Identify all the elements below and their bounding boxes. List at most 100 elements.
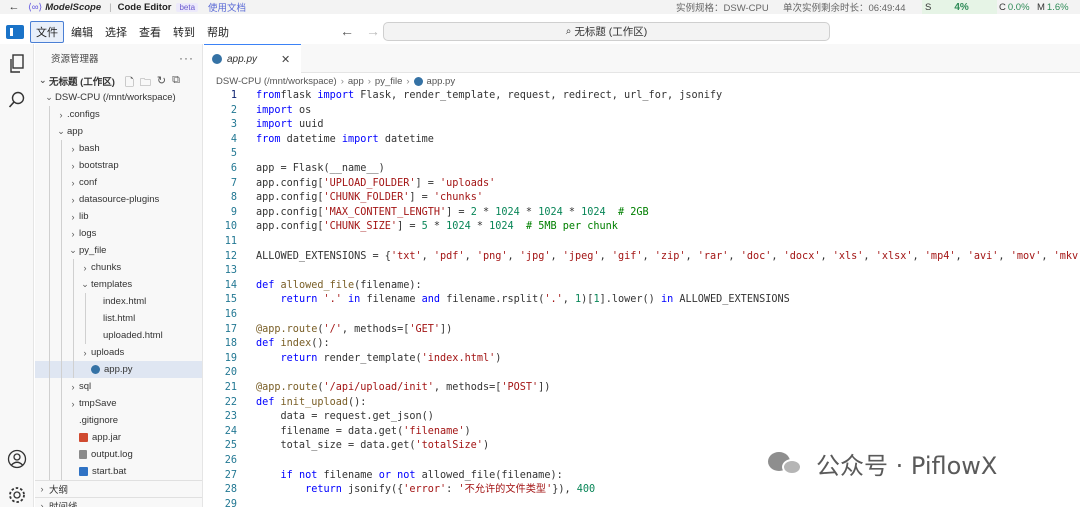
code-token: init_upload: [274, 396, 349, 408]
code-token: and: [421, 294, 441, 306]
tree-item[interactable]: › chunks: [35, 259, 202, 276]
tree-item[interactable]: app.jar: [35, 429, 202, 446]
breadcrumb-item[interactable]: app: [348, 76, 364, 87]
code-token: 'zip': [654, 250, 686, 262]
storage-stat: S 4%: [922, 0, 997, 14]
tree-item[interactable]: › lib: [35, 208, 202, 225]
chevron-right-icon: ›: [71, 194, 75, 205]
back-arrow-icon[interactable]: ←: [0, 1, 28, 13]
code-token: from: [256, 133, 281, 145]
code-token: total_size = data.get(: [256, 440, 416, 452]
tree-item[interactable]: › logs: [35, 225, 202, 242]
tree-item[interactable]: › datasource-plugins: [35, 191, 202, 208]
tree-item[interactable]: start.bat: [35, 463, 202, 480]
account-icon[interactable]: [7, 449, 27, 469]
tree-item[interactable]: › sql: [35, 378, 202, 395]
tree-item[interactable]: .gitignore: [35, 412, 202, 429]
code-token: or not: [378, 469, 416, 481]
breadcrumb-item[interactable]: app.py: [427, 76, 456, 87]
command-center[interactable]: ⌕ 无标题 (工作区): [383, 22, 830, 41]
tree-item[interactable]: ⌄ py_file: [35, 242, 202, 259]
tree-item[interactable]: ⌄ app: [35, 123, 202, 140]
code-token: # 2GB: [605, 206, 649, 218]
indent-guide: [73, 344, 74, 361]
indent-guide: [61, 140, 62, 157]
tab-app-py[interactable]: app.py ✕: [204, 44, 301, 73]
indent-guide: [73, 327, 74, 344]
tree-item-label: lib: [79, 211, 89, 222]
tree-item[interactable]: uploaded.html: [35, 327, 202, 344]
code-editor[interactable]: 1 fromflask import Flask, render_template…: [204, 89, 1080, 507]
top-header: ← ⟨∞⟩ ModelScope | Code Editor beta 使用文档…: [0, 0, 1080, 14]
code-token: in: [660, 294, 674, 306]
search-icon[interactable]: [7, 90, 27, 110]
tree-item[interactable]: app.py: [35, 361, 202, 378]
nav-forward-icon[interactable]: →: [366, 23, 380, 39]
indent-guide: [61, 174, 62, 191]
line-number: 4: [230, 133, 237, 145]
nav-back-icon[interactable]: ←: [340, 23, 354, 39]
tree-item-label: uploads: [91, 347, 125, 358]
code-token: index: [274, 338, 312, 350]
vscode-logo-icon: [6, 25, 24, 39]
indent-guide: [61, 242, 62, 259]
tree-item[interactable]: output.log: [35, 446, 202, 463]
chevron-right-icon: ›: [406, 76, 410, 87]
code-token: ]): [440, 323, 453, 335]
menu-file[interactable]: 文件: [30, 21, 64, 43]
tree-item[interactable]: › .configs: [35, 106, 202, 123]
code-line: 19 return render_template('index.html'): [204, 352, 1080, 367]
code-token: filename: [360, 294, 422, 306]
code-text: ALLOWED_EXTENSIONS = {'txt', 'pdf', 'png…: [256, 250, 1080, 265]
tree-item[interactable]: › conf: [35, 174, 202, 191]
code-token: 'UPLOAD_FOLDER': [323, 177, 416, 189]
tree-item[interactable]: ⌄ templates: [35, 276, 202, 293]
outline-section[interactable]: › 大纲: [35, 480, 202, 497]
code-token: 'totalSize': [415, 440, 483, 452]
code-token: *: [519, 206, 539, 218]
tree-item[interactable]: › bash: [35, 140, 202, 157]
indent-guide: [49, 463, 50, 480]
explorer-icon[interactable]: [7, 54, 27, 74]
code-token: ,: [685, 250, 698, 262]
timeline-section[interactable]: › 时间线: [35, 497, 202, 507]
line-number: 17: [224, 323, 237, 335]
tree-item[interactable]: list.html: [35, 310, 202, 327]
tree-item-label: bash: [79, 143, 100, 154]
breadcrumb-item[interactable]: py_file: [375, 76, 402, 87]
code-token: 'txt': [390, 250, 422, 262]
tree-item[interactable]: › uploads: [35, 344, 202, 361]
code-token: ,: [1041, 250, 1054, 262]
docs-link[interactable]: 使用文档: [208, 0, 246, 14]
code-line: 12 ALLOWED_EXTENSIONS = {'txt', 'pdf', 'p…: [204, 250, 1080, 265]
indent-guide: [85, 310, 86, 327]
more-actions-icon[interactable]: ···: [179, 51, 194, 65]
menu-help[interactable]: 帮助: [202, 22, 234, 42]
indent-guide: [49, 225, 50, 242]
gear-icon[interactable]: [7, 485, 27, 505]
indent-guide: [85, 293, 86, 310]
tree-item[interactable]: ⌄ DSW-CPU (/mnt/workspace): [35, 89, 202, 106]
indent-guide: [49, 106, 50, 123]
editor-tab-bar: app.py ✕: [204, 44, 1080, 73]
indent-guide: [61, 225, 62, 242]
tree-item[interactable]: › tmpSave: [35, 395, 202, 412]
menu-go[interactable]: 转到: [168, 22, 200, 42]
indent-guide: [73, 310, 74, 327]
menu-view[interactable]: 查看: [134, 22, 166, 42]
tree-item-label: templates: [91, 279, 133, 290]
code-token: 1024: [446, 221, 471, 233]
beta-badge: beta: [176, 2, 199, 12]
chevron-right-icon: ›: [340, 76, 344, 87]
tree-item[interactable]: › bootstrap: [35, 157, 202, 174]
menu-selection[interactable]: 选择: [100, 22, 132, 42]
breadcrumb-item[interactable]: DSW-CPU (/mnt/workspace): [216, 76, 337, 87]
code-token: app.config[: [256, 177, 324, 189]
code-token: ,: [562, 294, 576, 306]
close-icon[interactable]: ✕: [281, 53, 290, 66]
line-number: 5: [230, 148, 237, 160]
code-text: def allowed_file(filename):: [256, 279, 422, 294]
code-token: 'xls': [832, 250, 864, 262]
menu-edit[interactable]: 编辑: [66, 22, 98, 42]
tree-item[interactable]: index.html: [35, 293, 202, 310]
